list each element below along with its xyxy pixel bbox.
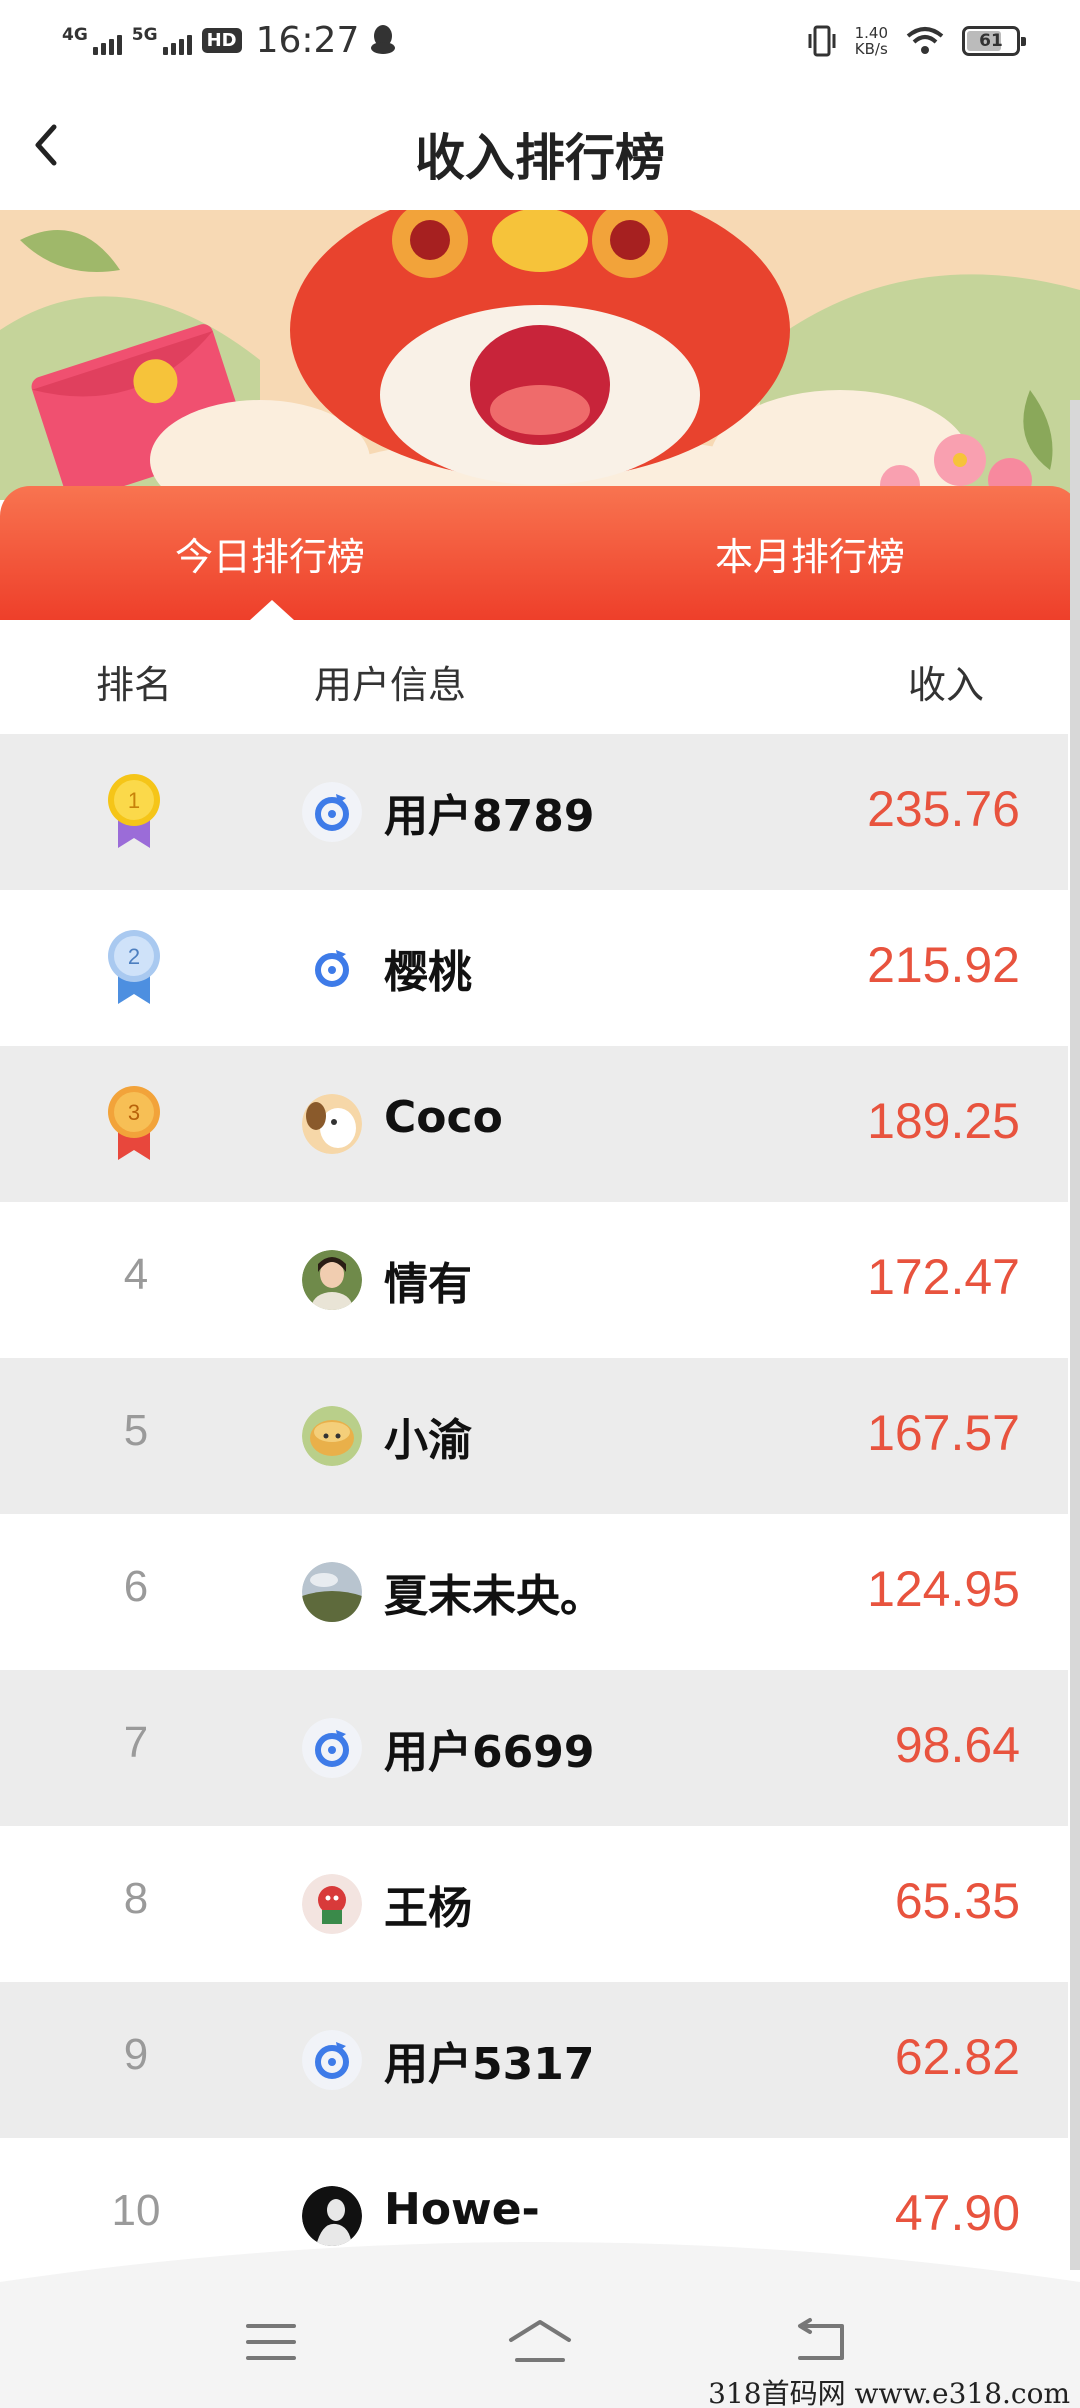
svg-text:2: 2 (128, 944, 140, 969)
cellular-signal-icon: 5G (132, 25, 192, 55)
menu-icon[interactable] (236, 2312, 306, 2372)
user-name: 用户8789 (384, 791, 595, 842)
income-value: 98.64 (894, 1717, 1020, 1773)
table-row[interactable]: 9 用户5317 62.82 (0, 1982, 1068, 2138)
clock: 16:27 (255, 19, 360, 61)
watermark-text: 318首码网 www.e318.com (708, 2377, 1070, 2408)
user-name: Coco (384, 1092, 503, 1143)
tab-today-ranking[interactable]: 今日排行榜 (0, 526, 540, 581)
bronze-medal-icon: 3 (108, 1086, 160, 1160)
table-row[interactable]: 5 小渝 167.57 (0, 1358, 1068, 1514)
silver-medal-icon: 2 (108, 930, 160, 1004)
user-name: 用户5317 (384, 2039, 595, 2090)
income-value: 235.76 (867, 781, 1020, 837)
income-value: 62.82 (894, 2029, 1020, 2085)
user-name: 情有 (384, 1259, 472, 1310)
income-value: 124.95 (867, 1561, 1020, 1617)
home-icon[interactable] (505, 2312, 575, 2372)
page-title: 收入排行榜 (415, 129, 665, 187)
income-value: 189.25 (867, 1093, 1020, 1149)
column-header-user: 用户信息 (314, 663, 467, 707)
rank-number: 6 (123, 1562, 149, 1611)
active-tab-indicator (250, 600, 294, 620)
user-name: 樱桃 (384, 947, 472, 998)
avatar (302, 1094, 362, 1154)
income-value: 167.57 (867, 1405, 1020, 1461)
column-header-income: 收入 (908, 663, 985, 707)
wifi-icon (906, 27, 944, 54)
user-name: 夏末未央。 (384, 1571, 604, 1622)
table-row[interactable]: 6 夏末未央。 124.95 (0, 1514, 1068, 1670)
battery-icon: 61 (962, 26, 1026, 56)
income-value: 65.35 (894, 1873, 1020, 1929)
user-name: 小渝 (384, 1415, 472, 1466)
cellular-signal-icon: 4G (62, 25, 122, 55)
rank-number: 9 (123, 2030, 149, 2079)
ranking-tabs: 今日排行榜 本月排行榜 (0, 486, 1080, 620)
rank-number: 5 (123, 1406, 149, 1455)
svg-text:1: 1 (128, 788, 140, 813)
tab-month-ranking[interactable]: 本月排行榜 (540, 526, 1080, 581)
table-row[interactable]: 4 情有 172.47 (0, 1202, 1068, 1358)
vibrate-icon (808, 25, 836, 57)
table-row[interactable]: 8 王杨 65.35 (0, 1826, 1068, 1982)
rank-number: 8 (123, 1874, 149, 1923)
scrollbar[interactable] (1070, 400, 1080, 2270)
ranking-list: 1 用户8789 235.76 2 樱桃 215.92 3 Coco 189.2… (0, 734, 1068, 2294)
avatar (302, 1406, 362, 1466)
avatar (302, 1250, 362, 1310)
bottom-curve-decoration (0, 2242, 1080, 2282)
network-speed: 1.40 KB/s (854, 24, 888, 58)
lion-dance-banner-illustration (0, 210, 1080, 500)
user-name: 王杨 (384, 1883, 472, 1934)
table-row[interactable]: 1 用户8789 235.76 (0, 734, 1068, 890)
avatar (302, 782, 362, 842)
avatar (302, 1718, 362, 1778)
avatar (302, 1874, 362, 1934)
income-value: 215.92 (867, 937, 1020, 993)
rank-number: 7 (123, 1718, 149, 1767)
navigation-bar: 收入排行榜 (0, 80, 1080, 210)
return-icon[interactable] (786, 2312, 856, 2372)
gold-medal-icon: 1 (108, 774, 160, 848)
column-header-rank: 排名 (96, 663, 173, 707)
rank-number: 4 (123, 1250, 149, 1299)
svg-text:3: 3 (128, 1100, 140, 1125)
income-value: 172.47 (867, 1249, 1020, 1305)
user-name: 用户6699 (384, 1727, 595, 1778)
status-bar: 4G 5G HD 16:27 1.40 KB/s 61 (0, 0, 1080, 80)
avatar (302, 1562, 362, 1622)
penguin-notification-icon (371, 25, 396, 54)
table-header: 排名 用户信息 收入 (0, 620, 1068, 734)
hd-voice-icon: HD (201, 27, 242, 53)
table-row[interactable]: 7 用户6699 98.64 (0, 1670, 1068, 1826)
avatar (302, 938, 362, 998)
table-row[interactable]: 2 樱桃 215.92 (0, 890, 1068, 1046)
avatar (302, 2030, 362, 2090)
table-row[interactable]: 3 Coco 189.25 (0, 1046, 1068, 1202)
